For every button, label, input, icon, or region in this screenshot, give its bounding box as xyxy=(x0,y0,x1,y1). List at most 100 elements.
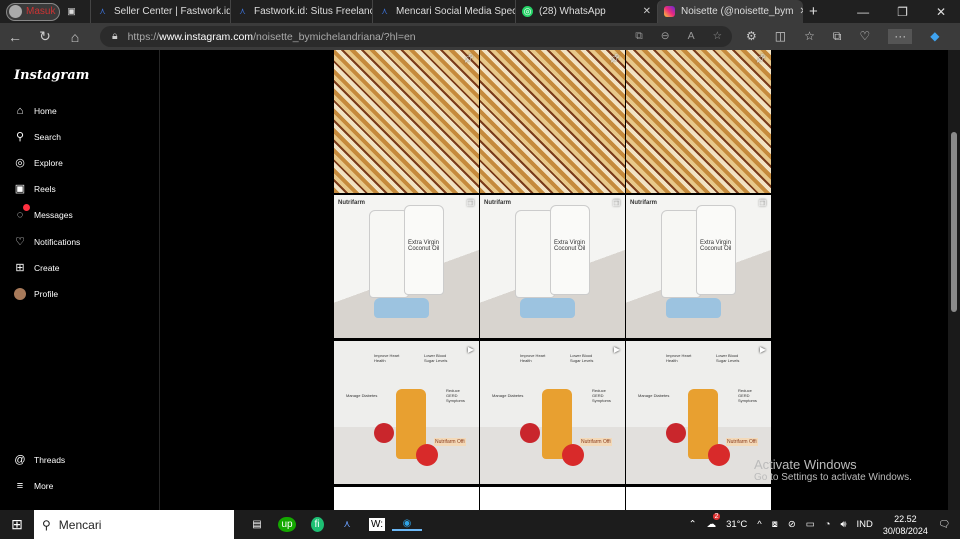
tab-seller-center[interactable]: ⋏Seller Center | Fastwork.id✕ xyxy=(90,0,230,23)
callout-text: Lower Blood Sugar Levels xyxy=(570,353,594,363)
windows-start-icon[interactable]: ⊞ xyxy=(0,516,34,533)
tab-title: (28) WhatsApp xyxy=(539,6,606,17)
battery-icon[interactable]: ▭ xyxy=(806,519,815,530)
tab-actions-button[interactable]: ▣ xyxy=(60,0,90,23)
nav-label: Threads xyxy=(34,455,66,465)
compass-icon: ◎ xyxy=(15,157,25,169)
url-bar[interactable]: 🔒︎ https://www.instagram.com/noisette_by… xyxy=(100,26,732,47)
close-icon[interactable]: ✕ xyxy=(643,6,651,17)
temperature: 31°C xyxy=(726,519,748,530)
tab-title: Seller Center | Fastwork.id xyxy=(114,6,230,17)
callout-text: Manage Diabetes xyxy=(346,393,378,398)
nav-messages[interactable]: ◌ Messages xyxy=(14,204,73,221)
post-coconut-oil-1[interactable]: Nutrifarm Extra Virgin Coconut Oil ❐ xyxy=(334,195,479,338)
weather-icon[interactable]: ☁ 2 xyxy=(707,513,721,530)
taskbar-search[interactable]: ⚲ Mencari xyxy=(34,510,234,539)
post-apple-cider-vinegar-3[interactable]: Improve Heart Health Lower Blood Sugar Le… xyxy=(626,341,771,484)
instagram-sidebar: Instagram ⌂ Home ⚲ Search ◎ Explore ▣ Reels … xyxy=(0,50,160,510)
more-menu-icon[interactable]: ··· xyxy=(888,29,913,44)
open-app-icon[interactable]: ⧉ xyxy=(635,30,643,43)
search-icon: ⚲ xyxy=(15,131,25,143)
notifications-icon[interactable]: 🗨︎ xyxy=(938,519,950,530)
camera-icon[interactable]: ⧇ xyxy=(772,519,778,530)
tab-title: Mencari Social Media Spec xyxy=(396,6,515,17)
new-tab-button[interactable]: + xyxy=(803,0,824,23)
post-apple-cider-vinegar-1[interactable]: Improve Heart Health Lower Blood Sugar Le… xyxy=(334,341,479,484)
upwork-icon[interactable]: up xyxy=(272,517,302,532)
post-partial-3[interactable] xyxy=(626,487,771,510)
edge-icon[interactable]: ◉ xyxy=(392,518,422,531)
restore-icon[interactable]: ❐ xyxy=(897,5,908,19)
time: 22.52 xyxy=(894,513,917,524)
product-label: Extra Virgin Coconut Oil xyxy=(408,240,440,252)
tray-scroll-arrows-icon[interactable]: ⌃ xyxy=(689,519,697,530)
wifi-icon[interactable]: ◔ xyxy=(825,519,831,530)
tab-instagram[interactable]: Noisette (@noisette_bym✕ xyxy=(657,0,803,23)
profile-avatar-icon xyxy=(14,288,26,300)
post-partial-2[interactable] xyxy=(480,487,625,510)
callout-text: Improve Heart Health xyxy=(520,353,546,363)
nav-label: Search xyxy=(34,132,61,142)
nav-threads[interactable]: @ Threads xyxy=(14,454,65,466)
brand-label: Nutrifarm xyxy=(338,200,366,206)
refresh-icon[interactable]: ↻ xyxy=(30,28,60,45)
minimize-icon[interactable]: — xyxy=(857,5,869,19)
avatar xyxy=(9,5,22,18)
favorite-star-icon[interactable]: ☆ xyxy=(713,30,722,43)
back-icon[interactable]: ← xyxy=(0,29,30,45)
network-off-icon[interactable]: ⊘ xyxy=(788,519,796,530)
post-batik-1[interactable]: 📌︎ xyxy=(334,50,479,193)
extensions-icon[interactable]: ⚙ xyxy=(746,29,757,44)
scrollbar-thumb[interactable] xyxy=(951,132,957,312)
collections-icon[interactable]: ⧉ xyxy=(833,29,842,44)
carousel-icon: ❐ xyxy=(612,199,620,208)
post-partial-1[interactable] xyxy=(334,487,479,510)
post-apple-cider-vinegar-2[interactable]: Improve Heart Health Lower Blood Sugar Le… xyxy=(480,341,625,484)
tab-title: Fastwork.id: Situs Freelance xyxy=(254,6,372,17)
clock[interactable]: 22.52 30/08/2024 xyxy=(883,513,928,537)
zoom-icon[interactable]: ⊖ xyxy=(661,30,670,43)
nav-explore[interactable]: ◎ Explore xyxy=(14,157,63,169)
windows-taskbar: ⊞ ⚲ Mencari ▤ up fi ⋏ W: ◉ ⌃ ☁ 2 31°C ^ ⧇ … xyxy=(0,510,960,539)
post-coconut-oil-2[interactable]: Nutrifarm Extra Virgin Coconut Oil ❐ xyxy=(480,195,625,338)
nav-notifications[interactable]: ♡ Notifications xyxy=(14,236,80,248)
callout-text: Lower Blood Sugar Levels xyxy=(424,353,448,363)
fiverr-icon[interactable]: fi xyxy=(302,517,332,532)
volume-icon[interactable]: 🔊︎ xyxy=(841,519,847,530)
lock-icon: 🔒︎ xyxy=(112,30,118,42)
nav-create[interactable]: ⊞ Create xyxy=(14,262,59,274)
post-batik-2[interactable]: 📌︎ xyxy=(480,50,625,193)
copilot-icon[interactable]: ◆ xyxy=(930,29,939,44)
instagram-logo[interactable]: Instagram xyxy=(14,68,89,83)
split-screen-icon[interactable]: ◫ xyxy=(775,29,786,44)
task-view-icon[interactable]: ▤ xyxy=(242,519,272,530)
reel-icon: ▶ xyxy=(759,345,766,354)
close-window-icon[interactable]: ✕ xyxy=(936,5,946,19)
nav-reels[interactable]: ▣ Reels xyxy=(14,183,56,195)
profile-button[interactable]: Masuk xyxy=(6,2,60,21)
nav-profile[interactable]: Profile xyxy=(14,288,58,300)
tab-mencari[interactable]: ⋏Mencari Social Media Spec✕ xyxy=(372,0,515,23)
browser-essentials-icon[interactable]: ♡ xyxy=(859,29,870,44)
read-aloud-icon[interactable]: A xyxy=(688,30,695,43)
post-batik-3[interactable]: 📌︎ xyxy=(626,50,771,193)
search-placeholder: Mencari xyxy=(58,517,102,532)
fastwork-app-icon[interactable]: ⋏ xyxy=(332,519,362,530)
nav-label: Messages xyxy=(34,210,73,220)
post-coconut-oil-3[interactable]: Nutrifarm Extra Virgin Coconut Oil ❐ xyxy=(626,195,771,338)
word-icon[interactable]: W: xyxy=(362,518,392,531)
tab-fastwork[interactable]: ⋏Fastwork.id: Situs Freelance✕ xyxy=(230,0,372,23)
page-scrollbar[interactable] xyxy=(948,50,960,510)
nav-search[interactable]: ⚲ Search xyxy=(14,131,61,143)
language-indicator[interactable]: IND xyxy=(857,519,873,530)
nav-home[interactable]: ⌂ Home xyxy=(14,105,57,117)
nav-more[interactable]: ≡ More xyxy=(14,480,54,492)
tab-whatsapp[interactable]: ◎ (28) WhatsApp ✕ xyxy=(515,0,657,23)
show-hidden-icons[interactable]: ^ xyxy=(757,519,761,530)
nav-label: Reels xyxy=(34,184,56,194)
sign-text: Nutrifarm Offi xyxy=(434,438,466,446)
home-icon[interactable]: ⌂ xyxy=(60,29,90,45)
search-icon: ⚲ xyxy=(42,517,51,532)
favorites-icon[interactable]: ☆ xyxy=(804,29,815,44)
profile-post-grid: 📌︎ 📌︎ 📌︎ Nutrifarm Extra Virgin Coconut O… xyxy=(334,50,771,510)
